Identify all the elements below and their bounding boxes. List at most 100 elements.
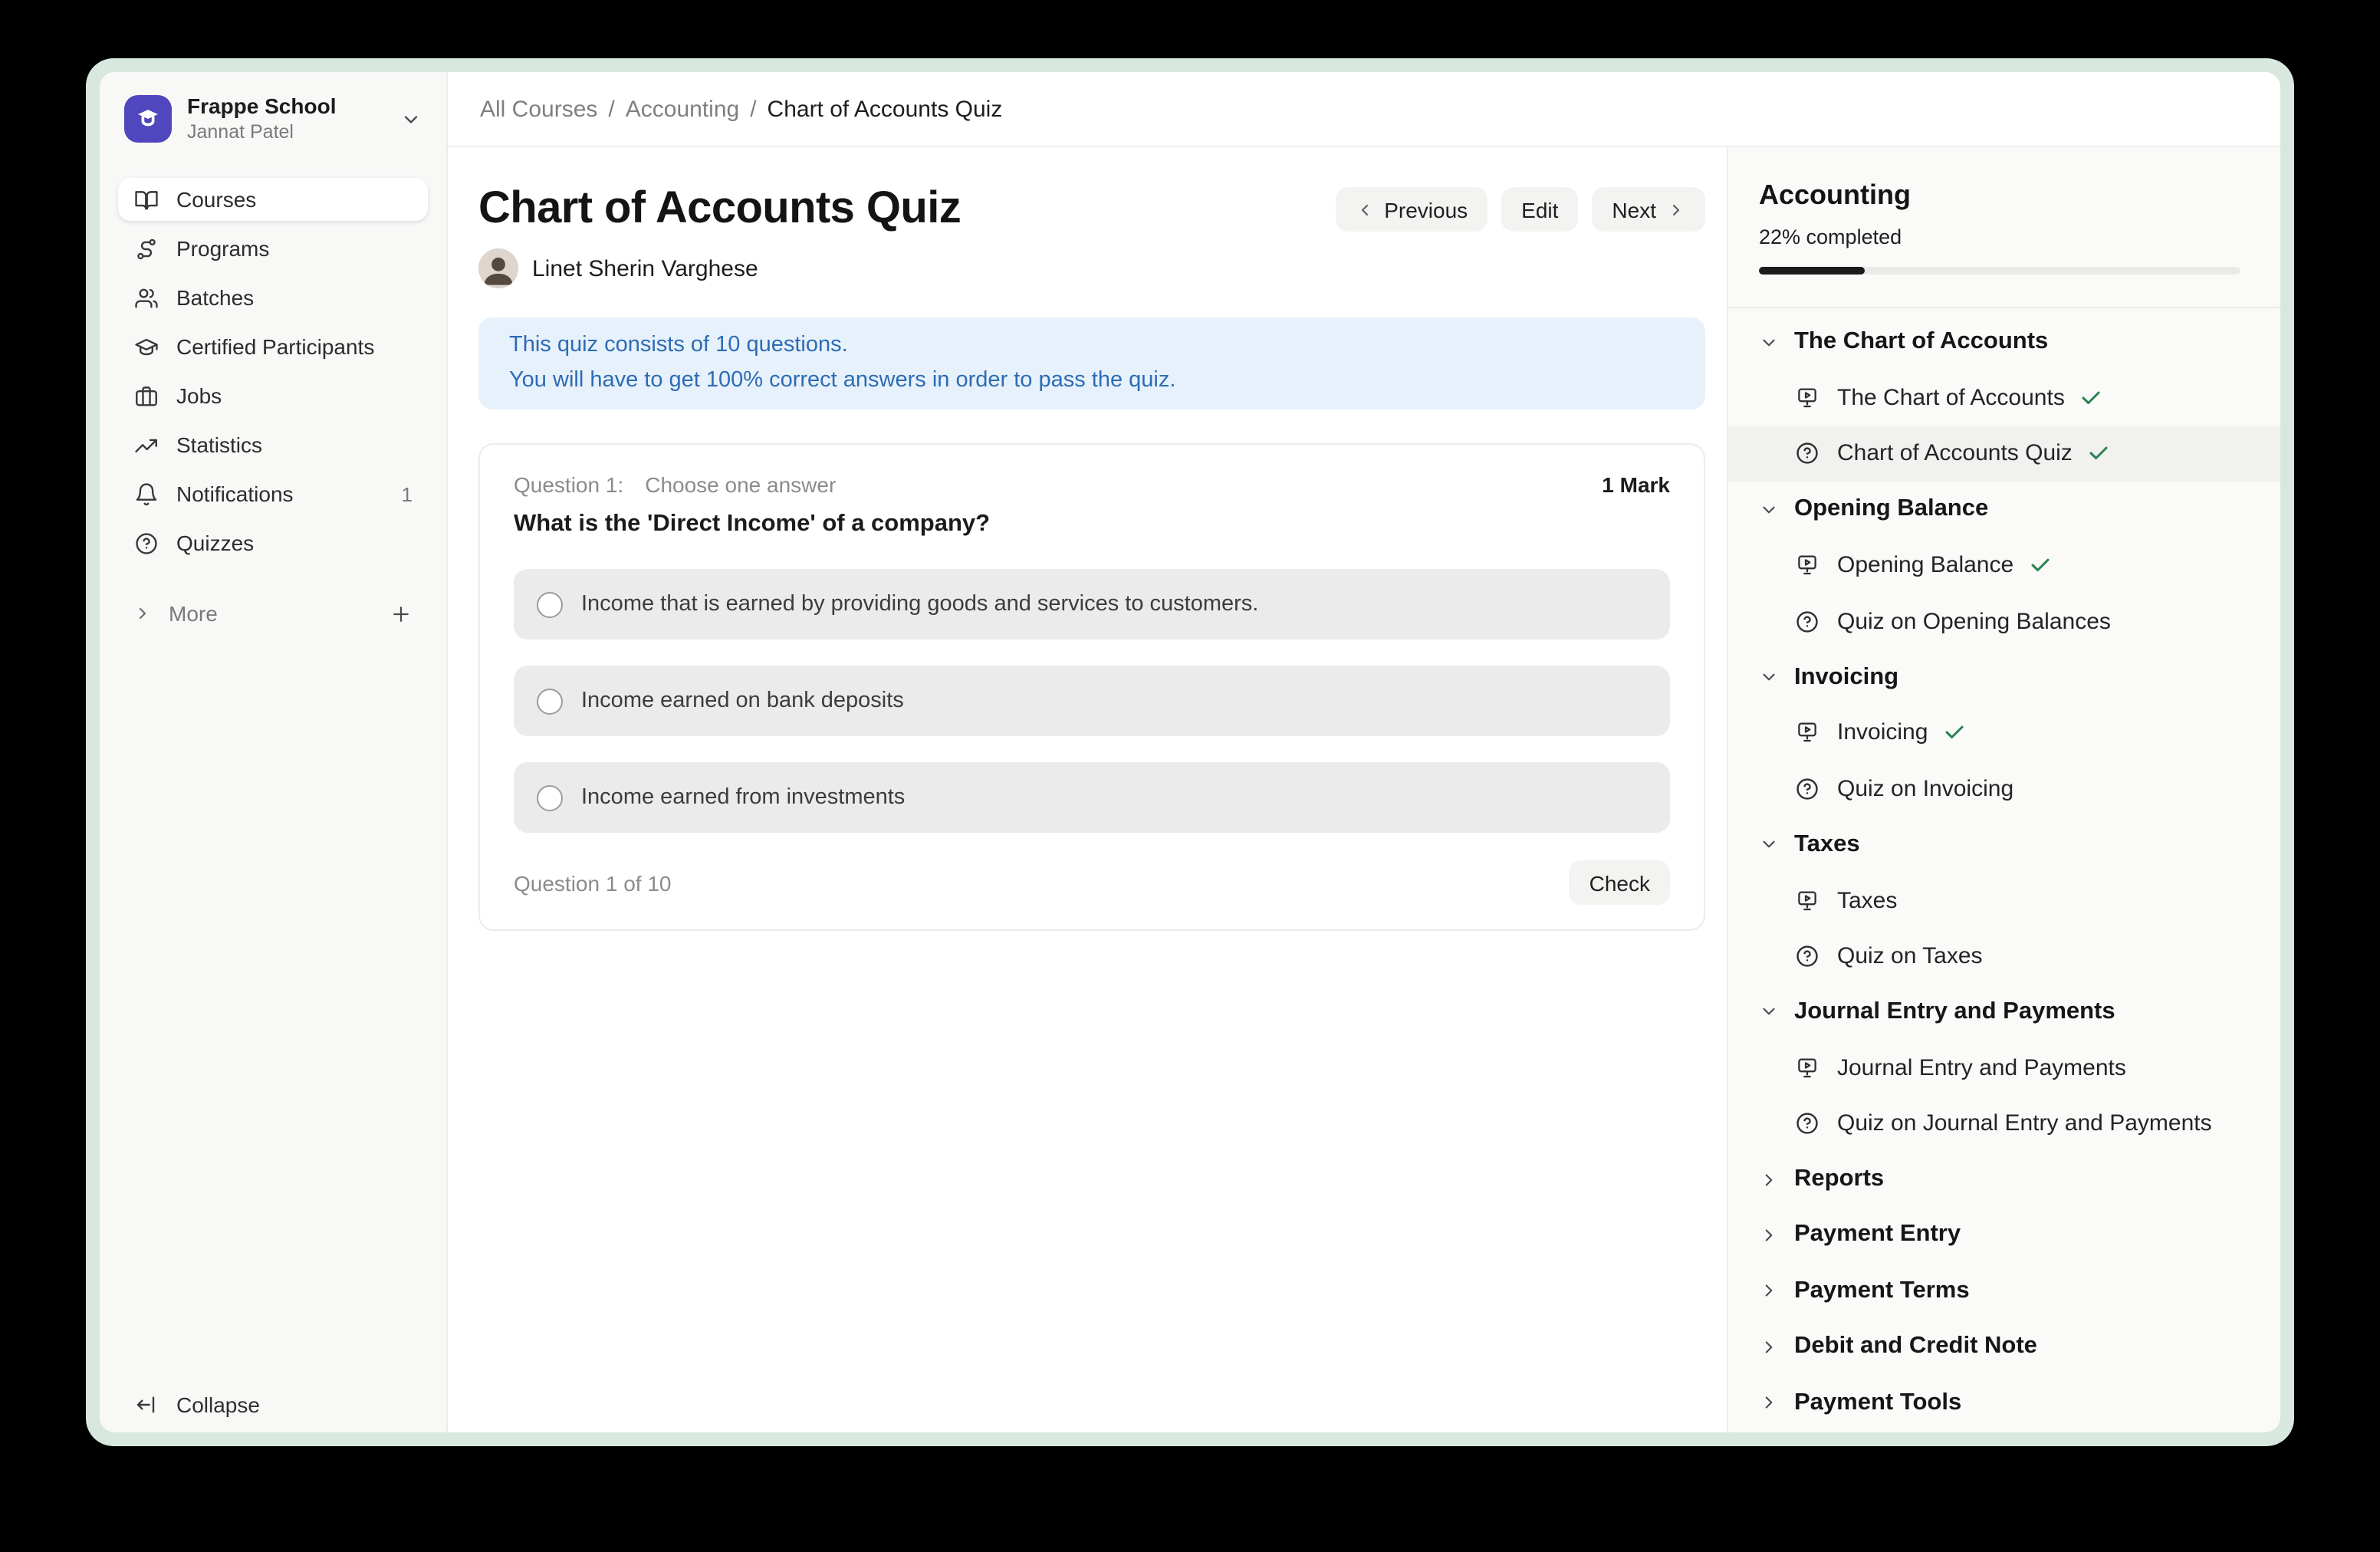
outline-item-chart-of-accounts-quiz[interactable]: Chart of Accounts Quiz	[1728, 426, 2280, 482]
book-open-icon	[133, 186, 159, 212]
outline-chapter-journal-entry-and-payments[interactable]: Journal Entry and Payments	[1728, 984, 2280, 1040]
breadcrumb-item-accounting[interactable]: Accounting	[626, 96, 739, 122]
outline-item-label: Invoicing	[1794, 663, 1898, 691]
banner-line-2: You will have to get 100% correct answer…	[509, 363, 1675, 399]
check-icon	[2080, 386, 2103, 409]
sidebar-item-notifications[interactable]: Notifications1	[118, 472, 428, 515]
check-button[interactable]: Check	[1570, 860, 1670, 905]
sidebar-item-courses[interactable]: Courses	[118, 178, 428, 221]
chevron-right-icon	[1759, 1393, 1779, 1412]
progress-bar	[1759, 267, 2240, 275]
sidebar-item-more[interactable]: More	[118, 592, 428, 635]
sidebar-item-certified-participants[interactable]: Certified Participants	[118, 325, 428, 368]
avatar	[478, 248, 518, 288]
chevron-right-icon	[1667, 200, 1685, 219]
edit-label: Edit	[1521, 197, 1558, 222]
outline-item-quiz-on-invoicing[interactable]: Quiz on Invoicing	[1728, 761, 2280, 817]
check-icon	[1943, 722, 1966, 745]
previous-button[interactable]: Previous	[1335, 187, 1488, 232]
sidebar-item-label: Statistics	[176, 432, 262, 457]
chevron-down-icon	[1759, 667, 1779, 687]
quiz-nav-buttons: Previous Edit Next	[1335, 187, 1705, 232]
course-title: Accounting	[1759, 179, 2250, 212]
question-header: Question 1: Choose one answer 1 Mark	[514, 472, 1670, 497]
sidebar-item-programs[interactable]: Programs	[118, 227, 428, 270]
notification-count-badge: 1	[402, 482, 413, 505]
outline-item-taxes[interactable]: Taxes	[1728, 873, 2280, 929]
course-outline-sidebar: Accounting 22% completed The Chart of Ac…	[1727, 147, 2280, 1432]
outline-chapter-taxes[interactable]: Taxes	[1728, 817, 2280, 873]
outline-item-label: Invoicing	[1837, 720, 1928, 746]
school-name: Frappe School	[187, 94, 336, 120]
answer-option-label: Income earned from investments	[581, 785, 905, 810]
outline-item-label: Journal Entry and Payments	[1794, 998, 2115, 1026]
answer-option-2[interactable]: Income earned on bank deposits	[514, 666, 1670, 736]
outline-item-label: Opening Balance	[1837, 553, 2013, 579]
app-window: Frappe School Jannat Patel Courses Progra…	[86, 58, 2294, 1446]
chevron-right-icon	[1759, 1337, 1779, 1356]
more-label: More	[169, 601, 218, 626]
breadcrumb-item-all-courses[interactable]: All Courses	[480, 96, 597, 122]
outline-chapter-reports[interactable]: Reports	[1728, 1152, 2280, 1208]
chevron-left-icon	[1355, 200, 1373, 219]
help-circle-icon	[1794, 943, 1820, 969]
outline-item-journal-entry-and-payments[interactable]: Journal Entry and Payments	[1728, 1040, 2280, 1096]
outline-item-the-chart-of-accounts[interactable]: The Chart of Accounts	[1728, 370, 2280, 426]
outline-chapter-the-chart-of-accounts[interactable]: The Chart of Accounts	[1728, 314, 2280, 370]
radio-button[interactable]	[537, 591, 563, 617]
check-label: Check	[1589, 870, 1650, 895]
outline-chapter-invoicing[interactable]: Invoicing	[1728, 649, 2280, 705]
sidebar-item-label: Quizzes	[176, 531, 254, 555]
chevron-right-icon	[133, 604, 152, 623]
chevron-down-icon	[1759, 834, 1779, 854]
author-row: Linet Sherin Varghese	[478, 248, 1727, 288]
route-icon	[133, 235, 159, 261]
left-sidebar: Frappe School Jannat Patel Courses Progra…	[100, 72, 448, 1432]
outline-chapter-debit-and-credit-note[interactable]: Debit and Credit Note	[1728, 1319, 2280, 1375]
collapse-sidebar-button[interactable]: Collapse	[133, 1393, 260, 1417]
content-row: Chart of Accounts Quiz Previous Edit	[448, 147, 2280, 1432]
outline-item-quiz-on-opening-balances[interactable]: Quiz on Opening Balances	[1728, 594, 2280, 649]
chevron-down-icon[interactable]	[400, 108, 422, 130]
breadcrumb-separator: /	[608, 96, 614, 122]
next-button[interactable]: Next	[1592, 187, 1705, 232]
question-card: Question 1: Choose one answer 1 Mark Wha…	[478, 443, 1705, 931]
plus-icon[interactable]	[390, 602, 413, 625]
question-text: What is the 'Direct Income' of a company…	[514, 509, 1670, 538]
sidebar-item-quizzes[interactable]: Quizzes	[118, 521, 428, 564]
sidebar-item-jobs[interactable]: Jobs	[118, 374, 428, 417]
sidebar-item-batches[interactable]: Batches	[118, 276, 428, 319]
outline-item-label: Quiz on Opening Balances	[1837, 608, 2111, 634]
progress-bar-fill	[1759, 267, 1865, 275]
outline-item-opening-balance[interactable]: Opening Balance	[1728, 538, 2280, 594]
help-circle-icon	[1794, 441, 1820, 467]
radio-button[interactable]	[537, 784, 563, 811]
sidebar-item-label: Jobs	[176, 383, 222, 408]
question-footer: Question 1 of 10 Check	[514, 860, 1670, 905]
trending-up-icon	[133, 432, 159, 458]
outline-list: The Chart of AccountsThe Chart of Accoun…	[1728, 308, 2280, 1432]
outline-item-label: Quiz on Invoicing	[1837, 776, 2013, 802]
presentation-play-icon	[1794, 553, 1820, 579]
outline-item-label: Taxes	[1837, 887, 1897, 913]
edit-button[interactable]: Edit	[1501, 187, 1578, 232]
question-progress: Question 1 of 10	[514, 870, 672, 895]
user-name: Jannat Patel	[187, 120, 336, 144]
users-icon	[133, 284, 159, 311]
answer-option-3[interactable]: Income earned from investments	[514, 762, 1670, 833]
outline-chapter-payment-entry[interactable]: Payment Entry	[1728, 1208, 2280, 1264]
outline-item-quiz-on-journal-entry-and-payments[interactable]: Quiz on Journal Entry and Payments	[1728, 1096, 2280, 1152]
chevron-down-icon	[1759, 332, 1779, 352]
sidebar-item-statistics[interactable]: Statistics	[118, 423, 428, 466]
outline-chapter-payment-terms[interactable]: Payment Terms	[1728, 1263, 2280, 1319]
outline-item-label: Payment Tools	[1794, 1389, 1961, 1416]
radio-button[interactable]	[537, 688, 563, 714]
quiz-info-banner: This quiz consists of 10 questions. You …	[478, 317, 1705, 409]
answer-option-1[interactable]: Income that is earned by providing goods…	[514, 569, 1670, 640]
outline-chapter-opening-balance[interactable]: Opening Balance	[1728, 482, 2280, 538]
outline-chapter-payment-tools[interactable]: Payment Tools	[1728, 1375, 2280, 1431]
outline-item-quiz-on-taxes[interactable]: Quiz on Taxes	[1728, 929, 2280, 985]
outline-item-invoicing[interactable]: Invoicing	[1728, 705, 2280, 761]
workspace-switcher[interactable]: Frappe School Jannat Patel	[118, 94, 428, 144]
previous-label: Previous	[1384, 197, 1468, 222]
